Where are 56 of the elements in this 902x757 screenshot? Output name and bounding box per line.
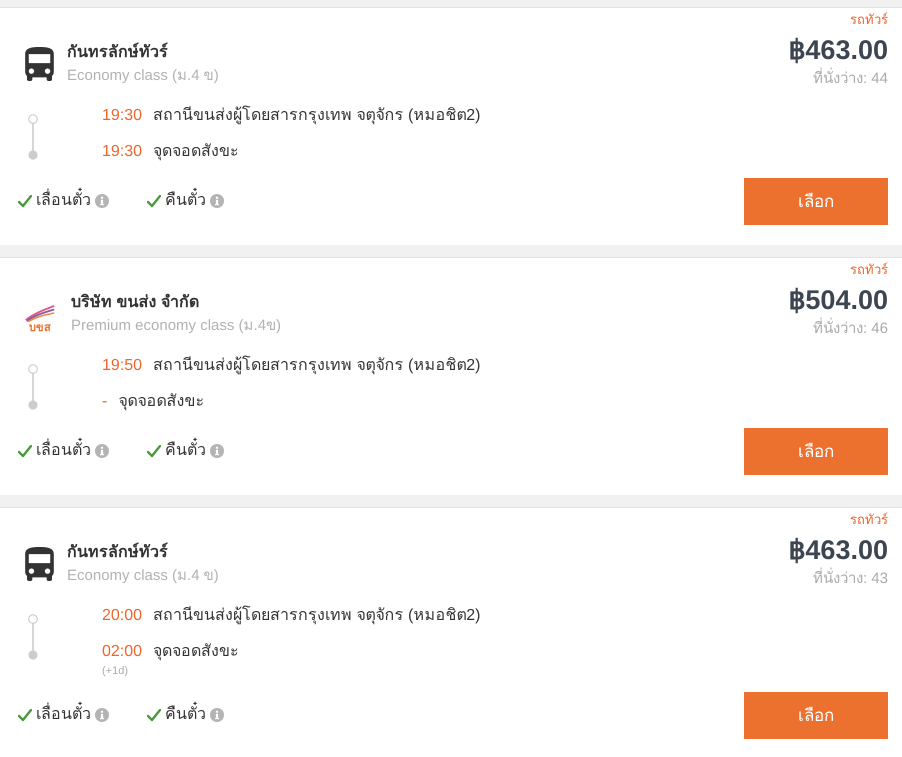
select-button[interactable]: เลือก (744, 178, 888, 225)
stop-name: สถานีขนส่งผู้โดยสารกรุงเทพ จตุจักร (หมอชิต2) (153, 604, 480, 626)
route-line (32, 373, 34, 400)
seats-available: ที่นั่งว่าง: 44 (812, 69, 888, 89)
price: ฿504.00 (788, 284, 888, 316)
departure-dot-icon (28, 114, 38, 124)
trip-tag: รถทัวร์ (850, 512, 888, 528)
day-offset-note: (+1d) (102, 664, 129, 678)
bus-icon (25, 47, 54, 81)
bus-class: Premium economy class (ม.4ข) (71, 316, 282, 336)
info-icon[interactable] (210, 194, 224, 208)
trip-tag: รถทัวร์ (850, 12, 888, 28)
feature-label: คืนตั๋ว (165, 703, 206, 727)
stop-time: 02:00 (102, 642, 142, 662)
stop-name: สถานีขนส่งผู้โดยสารกรุงเทพ จตุจักร (หมอชิต2) (153, 354, 480, 376)
feature-label: คืนตั๋ว (165, 439, 206, 463)
operator-name: กันทรลักษ์ทัวร์ (67, 542, 169, 563)
feature-label: คืนตั๋ว (165, 189, 206, 213)
bus-icon (25, 547, 54, 581)
info-icon[interactable] (210, 708, 224, 722)
info-icon[interactable] (95, 708, 109, 722)
price: ฿463.00 (788, 534, 888, 566)
price: ฿463.00 (788, 34, 888, 66)
stop-time: 19:30 (102, 106, 142, 126)
stop-name: จุดจอดสังขะ (153, 642, 240, 662)
route-line (32, 123, 34, 150)
stop-time: 20:00 (102, 606, 142, 626)
info-icon[interactable] (95, 194, 109, 208)
feature-label: เลื่อนตั๋ว (36, 189, 91, 213)
logo-text: บขส (29, 322, 51, 335)
stop-name: จุดจอดสังขะ (153, 142, 240, 162)
operator-name: บริษัท ขนส่ง จำกัด (71, 292, 200, 313)
stop-name: จุดจอดสังขะ (118, 392, 204, 412)
stop-time: - (102, 392, 108, 412)
info-icon[interactable] (95, 444, 109, 458)
operator-name: กันทรลักษ์ทัวร์ (67, 42, 169, 63)
seats-available: ที่นั่งว่าง: 46 (812, 319, 888, 339)
swoosh-icon (24, 304, 56, 322)
feature-label: เลื่อนตั๋ว (36, 439, 91, 463)
stop-time: 19:30 (102, 142, 142, 162)
route-line (32, 623, 34, 650)
departure-dot-icon (28, 364, 38, 374)
departure-dot-icon (28, 614, 38, 624)
select-button[interactable]: เลือก (744, 428, 888, 475)
select-button[interactable]: เลือก (744, 692, 888, 739)
bus-class: Economy class (ม.4 ข) (67, 566, 219, 586)
arrival-dot-icon (28, 400, 38, 410)
stop-name: สถานีขนส่งผู้โดยสารกรุงเทพ จตุจักร (หมอชิต2) (153, 104, 480, 126)
arrival-dot-icon (28, 650, 38, 660)
seats-available: ที่นั่งว่าง: 43 (812, 569, 888, 589)
stop-time: 19:50 (102, 356, 142, 376)
bus-class: Economy class (ม.4 ข) (67, 66, 219, 86)
trip-tag: รถทัวร์ (850, 262, 888, 278)
arrival-dot-icon (28, 150, 38, 160)
feature-label: เลื่อนตั๋ว (36, 703, 91, 727)
info-icon[interactable] (210, 444, 224, 458)
